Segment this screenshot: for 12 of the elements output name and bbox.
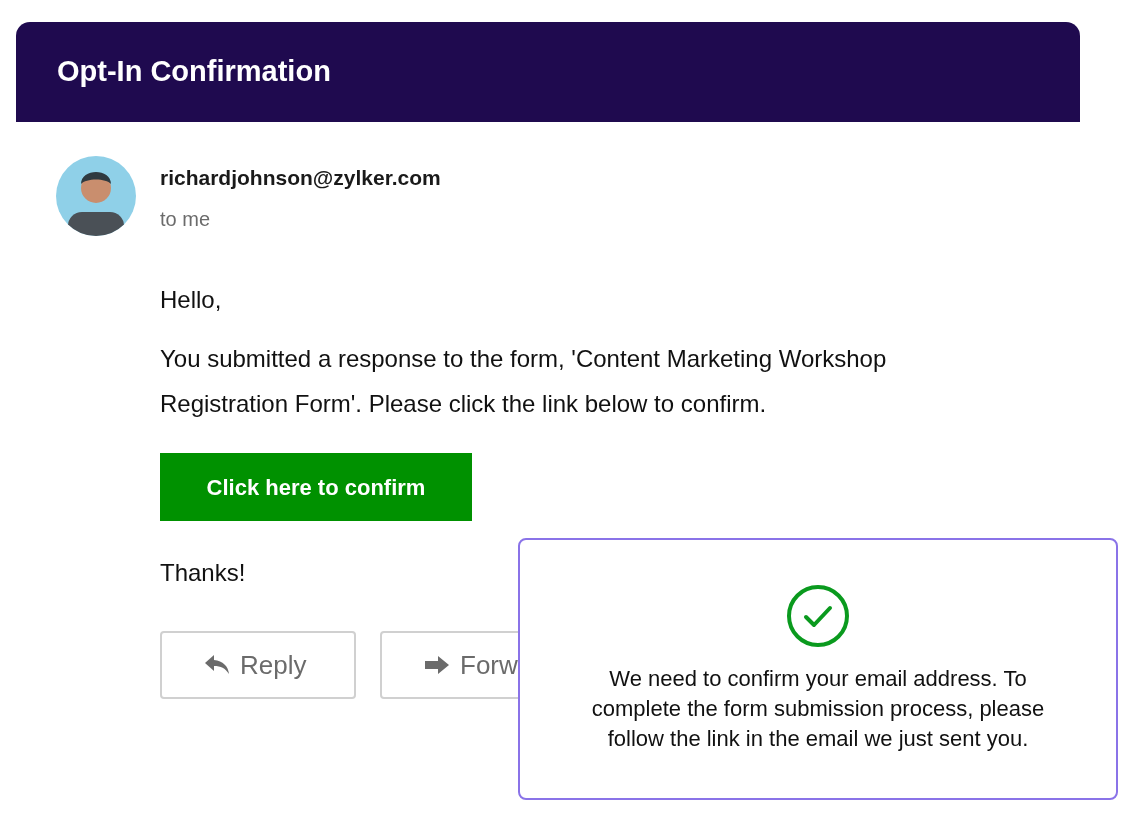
email-subject: Opt-In Confirmation (57, 54, 331, 90)
reply-button[interactable]: Reply (160, 631, 356, 699)
body-text: You submitted a response to the form, 'Content Marketing Workshop Registration Form'. Please click the link below to confirm. (160, 344, 888, 419)
arrow-right-icon (424, 655, 450, 675)
greeting: Hello, (160, 285, 222, 315)
confirm-button[interactable]: Click here to confirm (160, 453, 472, 521)
reply-icon (204, 654, 230, 676)
closing-text: Thanks! (160, 558, 246, 588)
popup-message: We need to confirm your email address. To complete the form submission process, please follow the link in the email we just sent you. (590, 665, 1046, 753)
recipient-label: to me (160, 206, 212, 232)
sender-email: richardjohnson@zylker.com (160, 165, 441, 191)
check-circle-icon (786, 584, 850, 648)
